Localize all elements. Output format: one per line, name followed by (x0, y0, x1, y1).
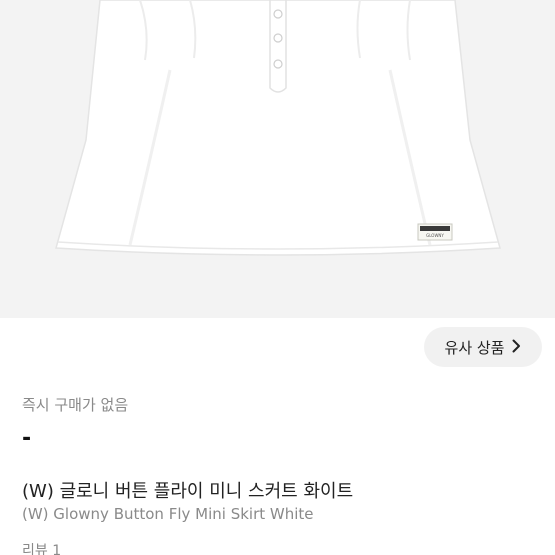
similar-products-button[interactable]: 유사 상품 (424, 327, 542, 367)
instant-purchase-status: 즉시 구매가 없음 (22, 396, 129, 414)
product-image[interactable]: GLOWNY (0, 0, 555, 318)
skirt-illustration: GLOWNY (55, 0, 501, 256)
review-count-link[interactable]: 리뷰 1 (22, 540, 61, 555)
chevron-right-icon (512, 339, 521, 356)
product-title-english: (W) Glowny Button Fly Mini Skirt White (22, 505, 314, 523)
similar-products-label: 유사 상품 (444, 338, 505, 357)
price-value: - (22, 426, 32, 451)
label-tag-text: GLOWNY (426, 233, 444, 238)
product-title-korean[interactable]: (W) 글로니 버튼 플라이 미니 스커트 화이트 (22, 477, 353, 503)
